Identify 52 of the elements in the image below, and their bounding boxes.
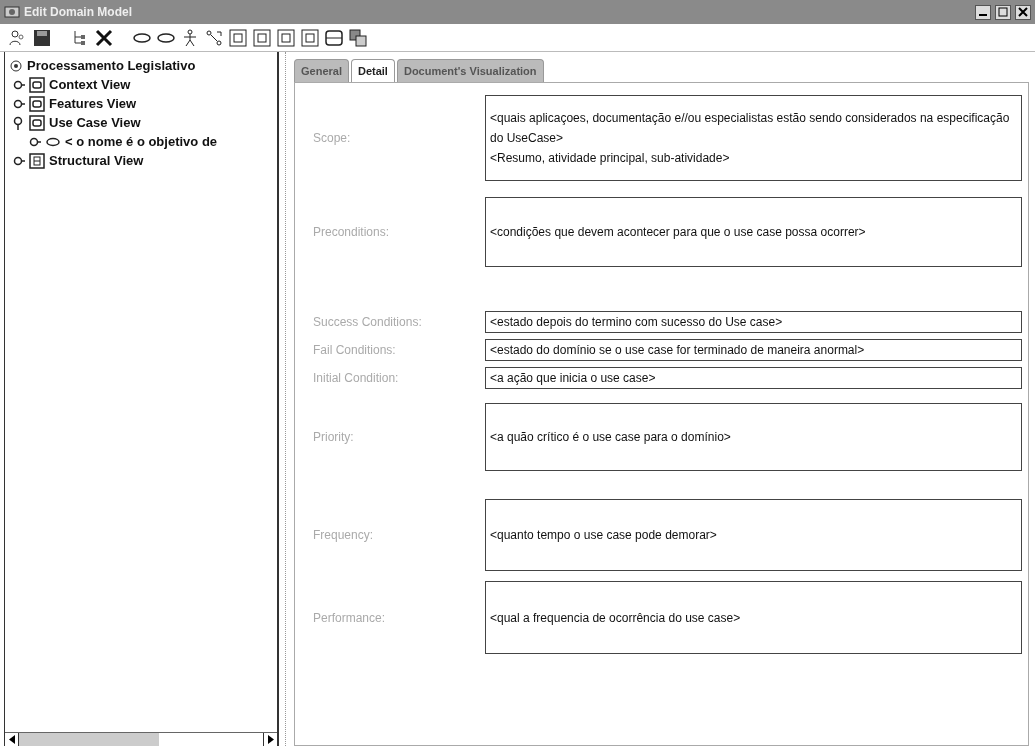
box-button[interactable] <box>276 27 296 48</box>
save-button[interactable] <box>32 27 52 48</box>
tree-item[interactable]: Context View <box>49 74 131 95</box>
window-title: Edit Domain Model <box>24 4 132 21</box>
box-button[interactable] <box>228 27 248 48</box>
field-label: Preconditions: <box>313 224 391 241</box>
tree-item[interactable]: < o nome é o objetivo de <box>65 131 218 152</box>
text-field[interactable]: <a quão crítico é o use case para o domínio> <box>485 403 1022 471</box>
table-button[interactable] <box>324 27 344 48</box>
maximize-button[interactable] <box>995 4 1011 20</box>
tree-item[interactable]: Features View <box>49 93 137 114</box>
app-icon <box>4 4 20 20</box>
text-field[interactable]: <estado do domínio se o use case for terminado de maneira anormal> <box>485 339 1022 361</box>
view-icon <box>29 114 45 131</box>
relation-button[interactable] <box>204 27 224 48</box>
left-arrow-icon <box>7 735 16 744</box>
field-label: Performance: <box>313 609 387 627</box>
copy-button[interactable] <box>348 27 368 48</box>
field-label: Frequency: <box>313 527 375 544</box>
tab[interactable]: Document's Visualization <box>396 58 544 82</box>
view-icon <box>29 95 45 112</box>
field-label: Initial Condition: <box>313 370 400 387</box>
field-label: Success Conditions: <box>313 314 423 331</box>
field-label: Fail Conditions: <box>313 342 397 359</box>
field-label: Priority: <box>313 429 355 446</box>
text-field[interactable]: <quanto tempo o use case pode demorar> <box>485 499 1022 571</box>
tab[interactable]: General <box>294 58 349 82</box>
minimize-icon <box>979 14 987 16</box>
right-arrow-icon <box>266 735 275 744</box>
field-label: Scope: <box>313 130 352 147</box>
maximize-icon <box>997 6 1009 18</box>
text-field[interactable]: <estado depois do termino com sucesso do Use case> <box>485 311 1022 333</box>
close-icon <box>1017 6 1029 18</box>
text-field[interactable]: <quais aplicaçoes, documentação e//ou especialistas estão sendo considerados na especificação do UseCase> <Resumo, atividade principal, sub-atividade> <box>485 95 1022 181</box>
text-field[interactable]: <qual a frequencia de ocorrência do use case> <box>485 581 1022 654</box>
box-button[interactable] <box>252 27 272 48</box>
text-field[interactable]: <a ação que inicia o use case> <box>485 367 1022 389</box>
collapse-handle-icon[interactable] <box>13 115 25 130</box>
close-button[interactable] <box>1015 4 1031 20</box>
scroll-right-button[interactable] <box>263 733 277 746</box>
tree-item[interactable]: Use Case View <box>49 112 141 133</box>
tab[interactable]: Detail <box>350 58 395 82</box>
project-icon <box>9 58 23 73</box>
text-field[interactable]: <condições que devem acontecer para que o use case possa ocorrer> <box>485 197 1022 267</box>
ellipse-icon <box>45 135 61 148</box>
minimize-button[interactable] <box>975 4 991 20</box>
structure-icon <box>29 152 45 169</box>
delete-button[interactable] <box>94 27 114 48</box>
scrollbar-thumb[interactable] <box>19 733 159 746</box>
view-icon <box>29 76 45 93</box>
tree-item[interactable]: Processamento Legislativo <box>27 55 196 76</box>
tree-item[interactable]: Structural View <box>49 150 144 171</box>
